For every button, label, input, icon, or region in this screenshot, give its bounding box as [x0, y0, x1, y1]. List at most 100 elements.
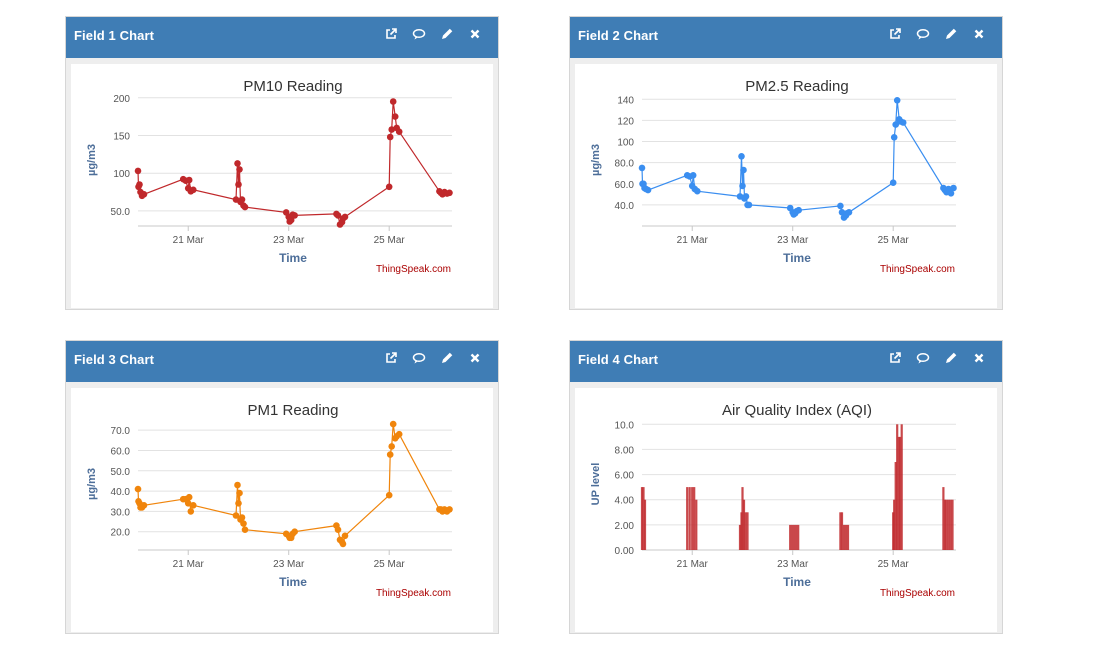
- field-1-panel: Field 1 Chart 50.0 100 150 200 21 Mar 23 Mar 2…: [65, 16, 499, 310]
- data-point: [644, 186, 652, 194]
- data-point: [385, 491, 393, 499]
- chart-body: 50.0 100 150 200 21 Mar 23 Mar 25 Mar PM10 Read…: [71, 64, 493, 308]
- data-point: [386, 133, 394, 141]
- y-tick-label: 50.0: [111, 467, 131, 478]
- y-tick-label: 60.0: [111, 446, 131, 457]
- close-icon[interactable]: [972, 351, 986, 367]
- x-tick-label: 25 Mar: [878, 235, 910, 246]
- y-axis-label: µg/m3: [590, 144, 602, 176]
- external-link-icon[interactable]: [384, 27, 398, 43]
- panel-header: Field 4 Chart: [570, 341, 1002, 382]
- comment-icon[interactable]: [412, 27, 426, 43]
- data-point: [341, 213, 349, 221]
- pm1-chart: 20.0 30.0 40.0 50.0 60.0 70.0 21 Mar 23 Mar 25 M…: [86, 402, 453, 599]
- field-3-panel: Field 3 Chart 20.0 30.0 40.0 50.0 60.0 70.0 21…: [65, 340, 499, 634]
- data-point: [185, 493, 193, 501]
- x-axis-label: Time: [783, 575, 811, 589]
- data-point: [893, 97, 901, 104]
- bar: [643, 499, 647, 550]
- data-point: [740, 166, 747, 174]
- x-tick-label: 23 Mar: [777, 559, 809, 570]
- comment-icon[interactable]: [916, 27, 930, 43]
- data-point: [638, 164, 646, 172]
- bar: [951, 499, 954, 550]
- panel-title: Field 3 Chart: [74, 352, 155, 367]
- data-point: [689, 172, 697, 179]
- bar: [789, 524, 792, 550]
- data-point: [234, 160, 241, 167]
- external-link-icon[interactable]: [888, 351, 902, 367]
- x-tick-label: 21 Mar: [173, 235, 205, 246]
- y-tick-label: 50.0: [111, 207, 131, 218]
- panel-toolbar: [888, 27, 986, 43]
- data-point: [291, 212, 298, 219]
- data-point: [238, 196, 246, 203]
- close-icon[interactable]: [468, 27, 482, 43]
- data-point: [241, 203, 249, 211]
- data-point: [236, 166, 243, 173]
- series-line: [137, 424, 450, 546]
- bar: [947, 499, 950, 550]
- aqi-chart: 0.00 2.00 4.00 6.00 8.00 10.0 21 Mar 23 Mar 25 M…: [590, 402, 956, 599]
- data-point: [241, 526, 249, 533]
- data-point: [134, 485, 142, 493]
- bar: [791, 524, 794, 550]
- y-tick-label: 30.0: [111, 507, 131, 518]
- y-tick-label: 140: [617, 95, 634, 106]
- x-tick-label: 21 Mar: [173, 559, 205, 570]
- data-point: [395, 430, 403, 438]
- pencil-icon[interactable]: [944, 27, 958, 43]
- y-tick-label: 20.0: [111, 528, 131, 539]
- external-link-icon[interactable]: [888, 27, 902, 43]
- data-point: [136, 181, 143, 188]
- y-tick-label: 100: [113, 169, 130, 180]
- bar: [793, 524, 796, 550]
- bar: [797, 524, 800, 550]
- y-tick-label: 0.00: [615, 546, 635, 557]
- data-point: [334, 526, 342, 533]
- data-point: [738, 153, 745, 160]
- chart-title: Air Quality Index (AQI): [722, 402, 872, 419]
- comment-icon[interactable]: [412, 351, 426, 367]
- panel-header: Field 1 Chart: [66, 17, 498, 58]
- chart-title: PM10 Reading: [243, 78, 342, 95]
- y-tick-label: 10.0: [615, 420, 635, 431]
- credit-label: ThingSpeak.com: [880, 588, 955, 599]
- panel-header: Field 2 Chart: [570, 17, 1002, 58]
- pencil-icon[interactable]: [440, 351, 454, 367]
- y-tick-label: 80.0: [615, 159, 635, 170]
- pencil-icon[interactable]: [440, 27, 454, 43]
- chart-title: PM2.5 Reading: [745, 78, 848, 95]
- y-tick-label: 2.00: [615, 521, 635, 532]
- close-icon[interactable]: [468, 351, 482, 367]
- data-point: [694, 187, 701, 195]
- x-tick-label: 25 Mar: [374, 559, 406, 570]
- panel-title: Field 1 Chart: [74, 28, 155, 43]
- x-axis-label: Time: [279, 575, 307, 589]
- data-point: [386, 451, 394, 458]
- data-point: [190, 186, 197, 194]
- comment-icon[interactable]: [916, 351, 930, 367]
- close-icon[interactable]: [972, 27, 986, 43]
- y-tick-label: 70.0: [111, 426, 131, 437]
- data-point: [235, 181, 242, 188]
- data-point: [446, 189, 453, 197]
- bar: [842, 524, 846, 550]
- y-tick-label: 200: [113, 94, 130, 105]
- chart-body: 20.0 30.0 40.0 50.0 60.0 70.0 21 Mar 23 Mar 25 M…: [71, 388, 493, 632]
- panel-toolbar: [384, 351, 482, 367]
- pencil-icon[interactable]: [944, 351, 958, 367]
- pm10-chart: 50.0 100 150 200 21 Mar 23 Mar 25 Mar PM10 Read…: [86, 78, 453, 275]
- y-axis-label: µg/m3: [86, 468, 98, 500]
- x-tick-label: 25 Mar: [374, 235, 406, 246]
- external-link-icon[interactable]: [384, 351, 398, 367]
- bar: [693, 487, 696, 550]
- data-point: [185, 176, 193, 184]
- data-point: [291, 528, 298, 535]
- x-axis-label: Time: [279, 251, 307, 265]
- data-point: [742, 193, 750, 200]
- data-point: [446, 506, 453, 513]
- data-point: [899, 119, 907, 126]
- data-point: [388, 443, 396, 450]
- bar: [846, 524, 850, 550]
